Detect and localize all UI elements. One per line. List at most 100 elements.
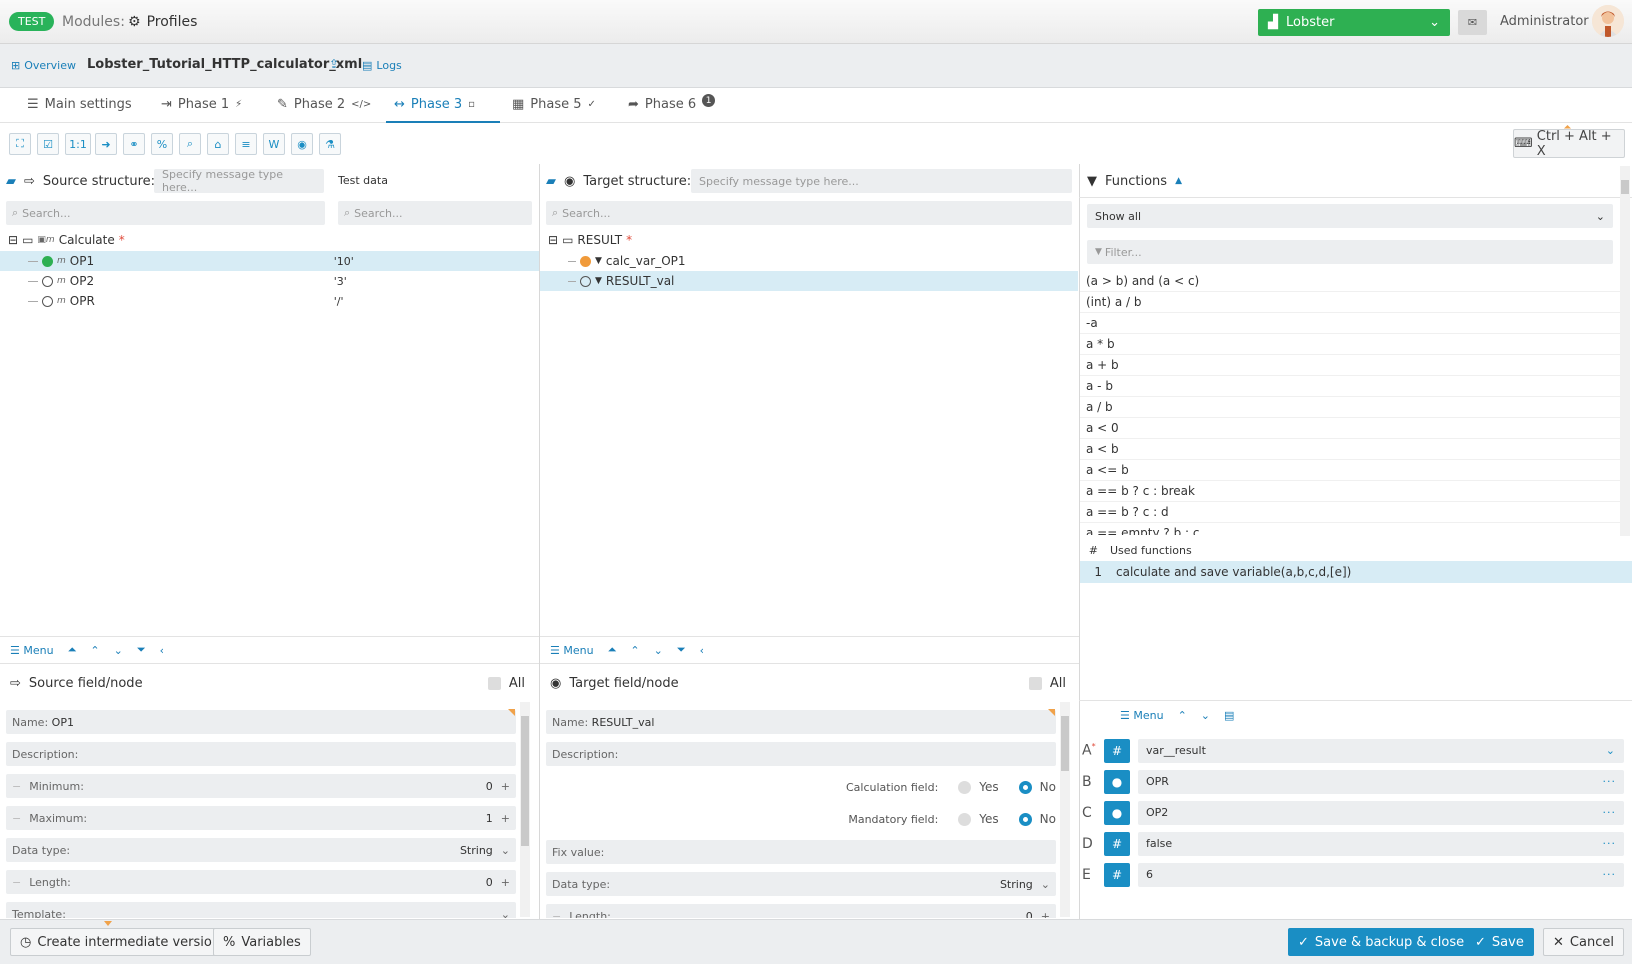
overview-link[interactable]: ⊞ Overview <box>11 59 76 72</box>
source-panel-scrollbar[interactable] <box>520 702 530 917</box>
angle-up-icon[interactable]: ⌃ <box>1178 709 1187 722</box>
function-item[interactable]: (a > b) and (a < c) <box>1080 271 1620 292</box>
instance-select[interactable]: ▟ Lobster ⌄ <box>1258 9 1450 36</box>
word-button[interactable]: W <box>263 133 285 155</box>
list-button[interactable]: ≡ <box>235 133 257 155</box>
length-field[interactable]: − Length: 0 + <box>6 870 516 894</box>
angle-double-up-icon[interactable]: ⏶ <box>68 643 77 657</box>
profiles-module-link[interactable]: ⚙ Profiles <box>128 14 197 30</box>
plus-icon[interactable]: + <box>1041 910 1050 919</box>
function-item[interactable]: a == b ? c : d <box>1080 502 1620 523</box>
angle-up-icon[interactable]: ⌃ <box>90 644 99 657</box>
hash-icon[interactable]: # <box>1104 738 1130 763</box>
target-search-input[interactable]: ⌕ Search... <box>546 201 1072 225</box>
cancel-button[interactable]: ✕ Cancel <box>1543 928 1624 956</box>
functions-filter-input[interactable]: ▼ Filter... <box>1087 240 1613 264</box>
scroll-thumb[interactable] <box>1061 716 1069 771</box>
shortcut-button[interactable]: ⌨ Ctrl + Alt + X <box>1513 129 1625 159</box>
test-data-search-input[interactable]: ⌕ Search... <box>338 201 532 225</box>
ellipsis-icon[interactable]: ··· <box>1603 806 1617 819</box>
function-item[interactable]: a - b <box>1080 376 1620 397</box>
plus-icon[interactable]: + <box>501 812 510 825</box>
circle-icon[interactable]: ● <box>1104 769 1130 794</box>
ellipsis-icon[interactable]: ··· <box>1603 837 1617 850</box>
tab-phase-5[interactable]: ▦ Phase 5 ✓ <box>512 97 596 112</box>
angle-left-icon[interactable]: ‹ <box>160 644 164 657</box>
search-button[interactable]: ⌕ <box>179 133 201 155</box>
tree-root[interactable]: ⊟ ▭ ▣m Calculate * <box>8 230 528 250</box>
argument-field[interactable]: OP2 ··· <box>1138 800 1624 825</box>
maximum-field[interactable]: − Maximum: 1 + <box>6 806 516 830</box>
radio-on[interactable] <box>1018 812 1032 826</box>
tree-root[interactable]: ⊟ ▭ RESULT * <box>548 230 1068 250</box>
target-menu-button[interactable]: ☰ Menu <box>550 644 594 657</box>
folder-open-icon[interactable]: ▰ <box>6 174 16 189</box>
scroll-thumb[interactable] <box>1621 180 1629 194</box>
document-icon[interactable]: ▤ <box>1224 709 1234 722</box>
minus-icon[interactable]: − <box>12 876 21 889</box>
fix-value-field[interactable]: Fix value: <box>546 840 1056 864</box>
fullscreen-button[interactable]: ⛶ <box>9 133 31 155</box>
function-item[interactable]: a < 0 <box>1080 418 1620 439</box>
test-button[interactable]: ⚗ <box>319 133 341 155</box>
plus-icon[interactable]: + <box>501 876 510 889</box>
folder-open-icon[interactable]: ▰ <box>546 174 556 189</box>
sort-up-icon[interactable]: ▲ <box>1175 176 1182 186</box>
data-type-select[interactable]: Data type: String ⌄ <box>6 838 516 862</box>
data-type-select[interactable]: Data type: String ⌄ <box>546 872 1056 896</box>
name-field[interactable]: Name: RESULT_val <box>546 710 1056 734</box>
source-message-type-input[interactable]: Specify message type here... <box>154 168 324 194</box>
source-menu-button[interactable]: ☰ Menu <box>10 644 54 657</box>
target-panel-scrollbar[interactable] <box>1060 702 1070 917</box>
template-select[interactable]: Template: ⌄ <box>6 902 516 918</box>
view-button[interactable]: ◉ <box>291 133 313 155</box>
function-item[interactable]: a == empty ? b : c <box>1080 523 1620 535</box>
minus-icon[interactable]: − <box>552 910 561 919</box>
ellipsis-icon[interactable]: ··· <box>1603 868 1617 881</box>
tree-row[interactable]: m OPR '/' <box>0 291 539 311</box>
save-backup-close-button[interactable]: ✓ Save & backup & close <box>1288 928 1475 956</box>
circle-icon[interactable]: ● <box>1104 800 1130 825</box>
tab-phase-2[interactable]: ✎ Phase 2 </> <box>277 97 371 112</box>
checkbox[interactable] <box>1028 676 1042 690</box>
tree-row[interactable]: m OP1 '10' <box>0 251 539 271</box>
calc-yes-radio[interactable]: Yes <box>958 780 999 794</box>
argument-field[interactable]: var__result ⌄ <box>1138 738 1624 763</box>
tree-row[interactable]: ▼ RESULT_val <box>540 271 1078 291</box>
angle-left-icon[interactable]: ‹ <box>700 644 704 657</box>
argument-field[interactable]: false ··· <box>1138 831 1624 856</box>
ellipsis-icon[interactable]: ··· <box>1603 775 1617 788</box>
plus-icon[interactable]: + <box>501 780 510 793</box>
user-name[interactable]: Administrator <box>1500 14 1589 29</box>
percent-button[interactable]: % <box>151 133 173 155</box>
save-button[interactable]: ✓ Save <box>1465 928 1534 956</box>
create-intermediate-version-button[interactable]: ◷ Create intermediate version <box>10 928 231 956</box>
functions-category-select[interactable]: Show all ⌄ <box>1087 204 1613 228</box>
variables-button[interactable]: % Variables <box>213 928 311 956</box>
hash-icon[interactable]: # <box>1104 831 1130 856</box>
functions-scrollbar[interactable] <box>1620 166 1630 536</box>
source-search-input[interactable]: ⌕ Search... <box>6 201 325 225</box>
minimum-field[interactable]: − Minimum: 0 + <box>6 774 516 798</box>
avatar[interactable] <box>1592 5 1624 37</box>
export-icon[interactable]: ⇪ <box>329 57 339 71</box>
hash-icon[interactable]: # <box>1104 862 1130 887</box>
mandatory-no-radio[interactable]: No <box>1018 812 1056 826</box>
argument-field[interactable]: OPR ··· <box>1138 769 1624 794</box>
collapse-icon[interactable]: ⊟ <box>8 233 18 247</box>
show-all-toggle[interactable]: All <box>1028 676 1066 691</box>
name-field[interactable]: Name: OP1 <box>6 710 516 734</box>
function-item[interactable]: a / b <box>1080 397 1620 418</box>
arguments-menu-button[interactable]: ☰ Menu <box>1120 709 1164 722</box>
tab-main-settings[interactable]: ☰ Main settings <box>27 97 132 112</box>
check-button[interactable]: ☑ <box>37 133 59 155</box>
tree-row[interactable]: m OP2 '3' <box>0 271 539 291</box>
arrow-button[interactable]: ➜ <box>95 133 117 155</box>
chat-button[interactable]: ✉ <box>1458 10 1487 35</box>
function-item[interactable]: a <= b <box>1080 460 1620 481</box>
collapse-icon[interactable]: ⊟ <box>548 233 558 247</box>
function-item[interactable]: (int) a / b <box>1080 292 1620 313</box>
function-item[interactable]: a * b <box>1080 334 1620 355</box>
radio-on[interactable] <box>1018 780 1032 794</box>
one-to-one-button[interactable]: 1:1 <box>65 133 91 155</box>
